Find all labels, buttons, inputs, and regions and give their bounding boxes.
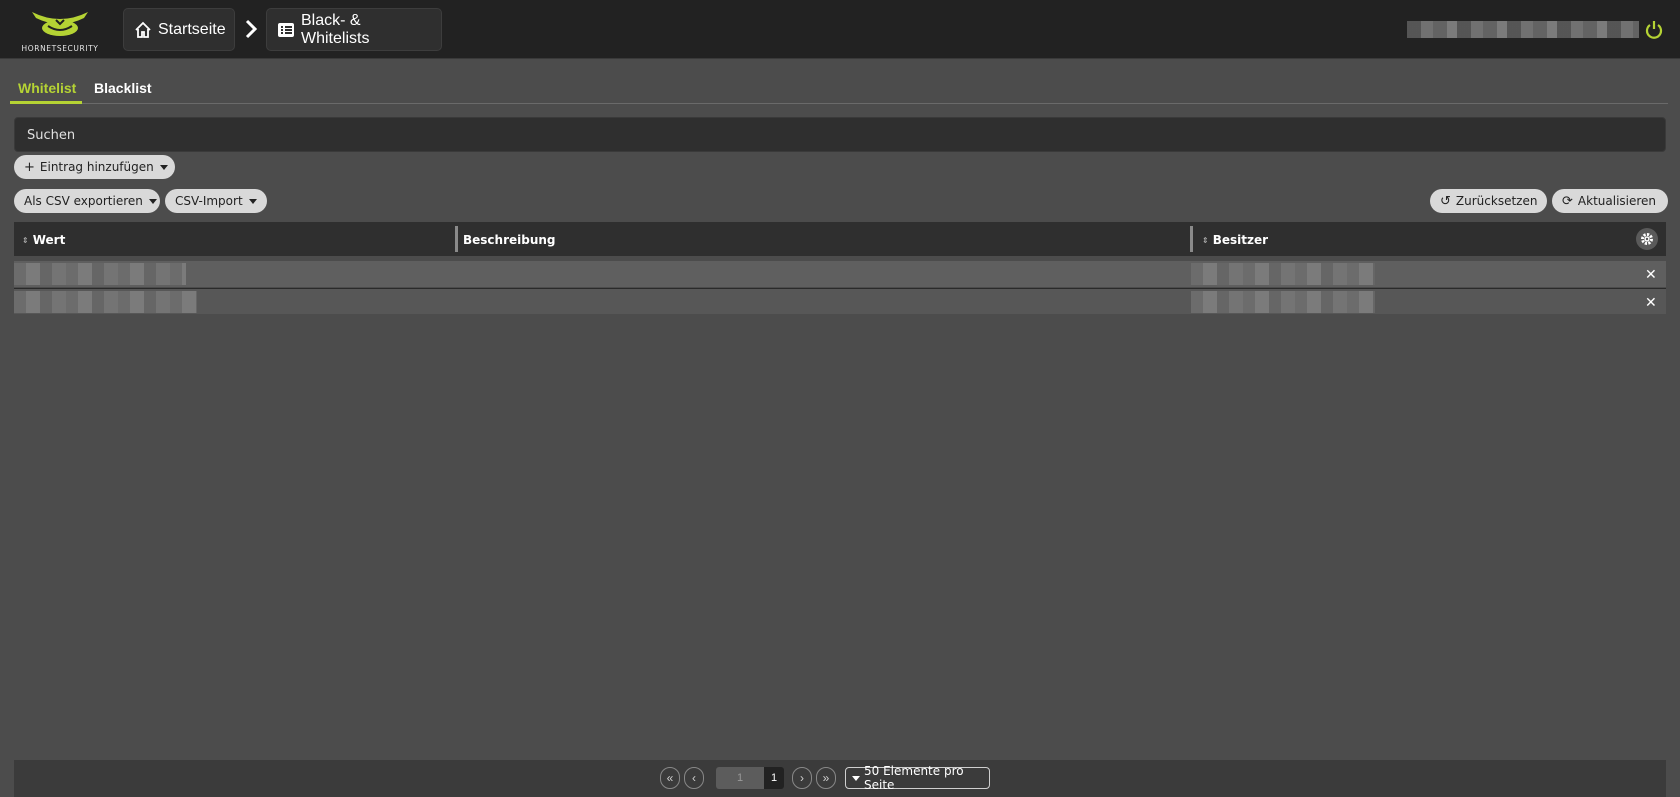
user-account-redacted[interactable] bbox=[1407, 21, 1639, 38]
csv-import-button[interactable]: CSV-Import bbox=[165, 189, 267, 213]
column-header-label: Beschreibung bbox=[463, 233, 556, 247]
column-header-label: Besitzer bbox=[1212, 233, 1269, 247]
next-page-icon[interactable]: › bbox=[792, 767, 812, 789]
refresh-button[interactable]: ⟳ Aktualisieren bbox=[1552, 189, 1668, 213]
caret-down-icon bbox=[248, 198, 257, 204]
chevron-right-icon bbox=[243, 18, 259, 40]
last-page-icon[interactable]: » bbox=[816, 767, 836, 789]
sort-icon: ⇕ bbox=[1202, 235, 1209, 245]
gear-icon[interactable] bbox=[1636, 228, 1658, 250]
column-header-wert[interactable]: ⇕ Wert bbox=[22, 233, 65, 247]
close-icon[interactable]: ✕ bbox=[1645, 294, 1657, 311]
hornetsecurity-logo[interactable]: HORNETSECURITY bbox=[18, 8, 102, 54]
pagination-bar: « ‹ 1 1 › » 50 Elemente pro Seite bbox=[14, 760, 1666, 797]
tab-blacklist[interactable]: Blacklist bbox=[86, 80, 160, 104]
page-size-select[interactable]: 50 Elemente pro Seite bbox=[845, 764, 990, 792]
caret-down-icon bbox=[852, 775, 860, 781]
close-icon[interactable]: ✕ bbox=[1645, 266, 1657, 283]
page-number-input[interactable]: 1 bbox=[716, 767, 764, 789]
sort-icon: ⇕ bbox=[22, 235, 29, 245]
breadcrumb-lists-label: Black- & Whitelists bbox=[301, 11, 370, 47]
top-bar: HORNETSECURITY Startseite Black- & White… bbox=[0, 0, 1680, 59]
tab-whitelist[interactable]: Whitelist bbox=[10, 80, 82, 104]
undo-icon: ↺ bbox=[1440, 193, 1451, 209]
reset-button[interactable]: ↺ Zurücksetzen bbox=[1430, 189, 1547, 213]
caret-down-icon bbox=[148, 198, 157, 204]
column-header-label: Wert bbox=[32, 233, 66, 247]
refresh-label: Aktualisieren bbox=[1577, 194, 1657, 208]
value-cell-redacted bbox=[14, 263, 186, 285]
column-header-beschreibung[interactable]: Beschreibung bbox=[463, 233, 556, 247]
table-row[interactable]: ✕ bbox=[14, 288, 1666, 314]
prev-page-icon[interactable]: ‹ bbox=[684, 767, 704, 789]
list-tabs: Whitelist Blacklist bbox=[10, 74, 1668, 104]
hornet-icon bbox=[32, 12, 88, 36]
add-entry-label: Eintrag hinzufügen bbox=[39, 160, 154, 174]
plus-icon: + bbox=[24, 159, 35, 175]
logo-text: HORNETSECURITY bbox=[21, 44, 99, 53]
column-resize-handle[interactable] bbox=[455, 226, 458, 252]
first-page-icon[interactable]: « bbox=[660, 767, 680, 789]
column-resize-handle[interactable] bbox=[1190, 226, 1193, 252]
column-header-besitzer[interactable]: ⇕ Besitzer bbox=[1202, 233, 1268, 247]
table-row[interactable]: ✕ bbox=[14, 261, 1666, 287]
breadcrumb-home-label: Startseite bbox=[158, 20, 226, 38]
csv-export-button[interactable]: Als CSV exportieren bbox=[14, 189, 160, 213]
caret-down-icon bbox=[159, 164, 168, 170]
add-entry-button[interactable]: + Eintrag hinzufügen bbox=[14, 155, 175, 179]
csv-export-label: Als CSV exportieren bbox=[24, 194, 143, 208]
power-icon[interactable] bbox=[1645, 20, 1663, 40]
page-size-label: 50 Elemente pro Seite bbox=[864, 764, 964, 792]
table-header: ⇕ Wert Beschreibung ⇕ Besitzer bbox=[14, 222, 1666, 256]
total-pages: 1 bbox=[764, 767, 784, 789]
breadcrumb-home[interactable]: Startseite bbox=[123, 8, 235, 51]
owner-cell-redacted bbox=[1191, 263, 1375, 285]
search-input[interactable]: Suchen bbox=[14, 117, 1666, 152]
value-cell-redacted bbox=[14, 291, 197, 313]
csv-import-label: CSV-Import bbox=[175, 194, 243, 208]
owner-cell-redacted bbox=[1191, 291, 1375, 313]
breadcrumb-lists[interactable]: Black- & Whitelists bbox=[266, 8, 442, 51]
home-icon bbox=[134, 21, 152, 39]
list-icon bbox=[277, 21, 295, 39]
reset-label: Zurücksetzen bbox=[1455, 194, 1538, 208]
refresh-icon: ⟳ bbox=[1562, 193, 1573, 209]
